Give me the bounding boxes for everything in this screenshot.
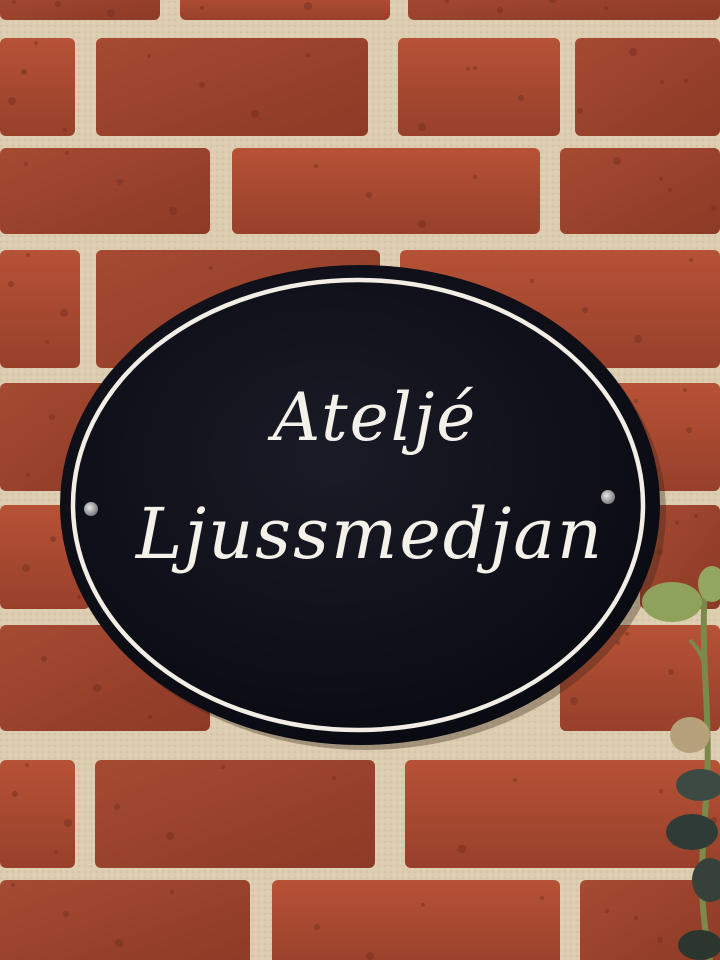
- plant-leaf-icon: [676, 769, 720, 801]
- plant-bud-icon: [642, 582, 702, 622]
- plant-leaf-icon: [666, 814, 718, 850]
- photo-scene: Atelјé Ljussmedjan: [0, 0, 720, 960]
- plant-bud-icon: [698, 566, 720, 602]
- plant-leaf-icon: [692, 858, 720, 902]
- plant-leaf-icon: [678, 930, 720, 960]
- plant-foliage: [642, 566, 720, 960]
- plant-bud-icon: [670, 717, 710, 753]
